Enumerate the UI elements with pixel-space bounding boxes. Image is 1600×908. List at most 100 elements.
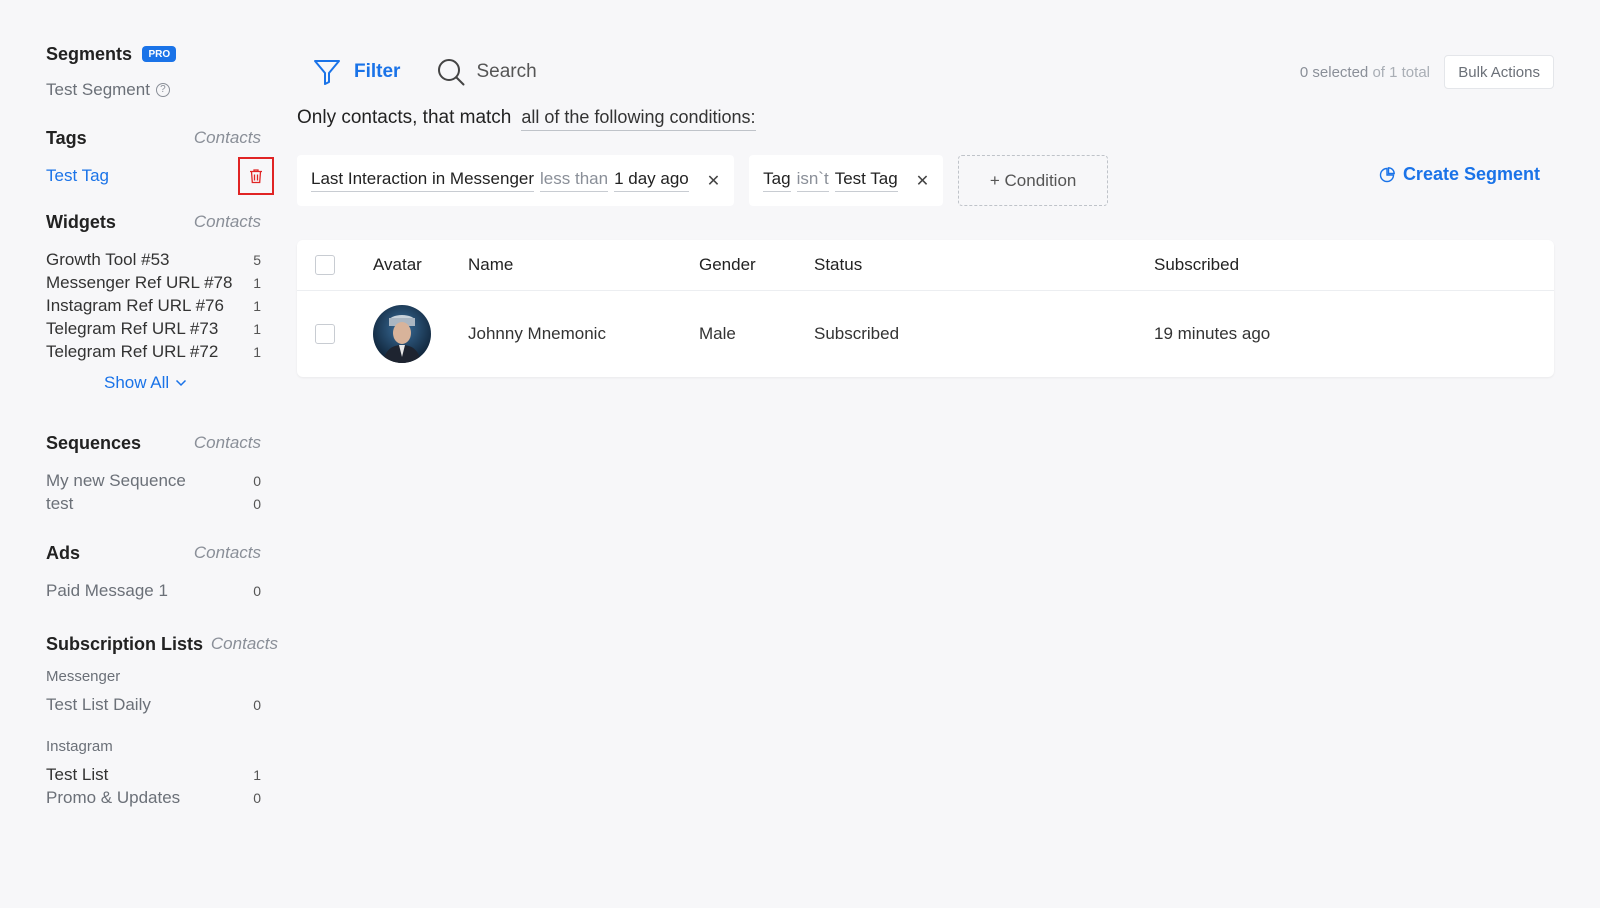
tags-contacts-label: Contacts — [193, 128, 261, 147]
widget-item-label: Messenger Ref URL #78 — [46, 272, 233, 292]
widget-item[interactable]: Telegram Ref URL #72 1 — [46, 340, 261, 363]
widgets-title: Widgets — [46, 211, 116, 232]
condition-chip[interactable]: Tag isn`t Test Tag ✕ — [749, 155, 944, 206]
subscription-list-item[interactable]: Test List Daily 0 — [46, 693, 261, 716]
match-prefix: Only contacts, that match — [297, 107, 512, 128]
toolbar: Filter Search 0 selected of 1 total Bulk… — [312, 54, 1554, 90]
header-name[interactable]: Name — [468, 255, 513, 275]
sidebar: Segments PRO Test Segment ? Tags Contact… — [46, 40, 286, 809]
sequences-header: Sequences Contacts — [46, 429, 261, 457]
widget-item[interactable]: Messenger Ref URL #78 1 — [46, 271, 261, 294]
condition-chip[interactable]: Last Interaction in Messenger less than … — [297, 155, 735, 206]
filter-button[interactable]: Filter — [312, 57, 400, 87]
row-checkbox[interactable] — [315, 324, 335, 344]
conditions-row: Last Interaction in Messenger less than … — [297, 155, 1109, 206]
chevron-down-icon — [176, 379, 187, 387]
condition-operator[interactable]: isn`t — [796, 169, 829, 192]
widget-item-label: Instagram Ref URL #76 — [46, 295, 224, 315]
help-icon[interactable]: ? — [155, 83, 170, 97]
delete-tag-button[interactable] — [238, 157, 274, 195]
create-segment-label: Create Segment — [1402, 164, 1540, 184]
sequence-item[interactable]: My new Sequence 0 — [46, 469, 261, 492]
segment-item-label: Test Segment — [46, 80, 150, 99]
condition-value[interactable]: 1 day ago — [614, 169, 689, 192]
selection-info: 0 selected of 1 total — [1300, 64, 1430, 81]
widgets-list: Growth Tool #53 5 Messenger Ref URL #78 1 … — [46, 248, 286, 363]
match-mode-select[interactable]: all of the following conditions: — [521, 107, 756, 131]
widget-item-label: Growth Tool #53 — [46, 249, 170, 269]
tag-item-link[interactable]: Test Tag — [46, 166, 109, 186]
ads-header: Ads Contacts — [46, 539, 261, 567]
sequence-item-label: My new Sequence — [46, 470, 186, 490]
condition-value[interactable]: Test Tag — [834, 169, 898, 192]
table-row[interactable]: Johnny Mnemonic Male Subscribed 19 minut… — [297, 291, 1554, 377]
ad-item-count: 0 — [253, 582, 261, 599]
widget-item-count: 1 — [253, 320, 261, 337]
bulk-actions-button[interactable]: Bulk Actions — [1444, 55, 1554, 89]
contact-name[interactable]: Johnny Mnemonic — [468, 324, 606, 344]
segment-item[interactable]: Test Segment ? — [46, 80, 286, 100]
condition-operator[interactable]: less than — [540, 169, 609, 192]
show-all-button[interactable]: Show All — [104, 373, 286, 393]
widget-item-label: Telegram Ref URL #72 — [46, 341, 219, 361]
subscription-list-item[interactable]: Test List 1 — [46, 763, 261, 786]
filter-label: Filter — [354, 61, 401, 82]
instagram-lists: Test List 1 Promo & Updates 0 — [46, 763, 286, 809]
search-label: Search — [476, 61, 537, 82]
group-label-messenger: Messenger — [46, 668, 121, 685]
subscription-lists-header: Subscription Lists Contacts — [46, 630, 278, 658]
segments-title: Segments — [46, 43, 133, 64]
total-count: of 1 total — [1372, 63, 1430, 81]
widgets-header: Widgets Contacts — [46, 208, 261, 236]
close-icon[interactable]: ✕ — [707, 171, 720, 191]
close-icon[interactable]: ✕ — [916, 171, 929, 191]
avatar[interactable] — [373, 305, 431, 363]
filter-icon — [314, 60, 340, 85]
sequences-title: Sequences — [46, 432, 142, 453]
subscription-list-label: Promo & Updates — [46, 787, 181, 807]
subscription-lists-contacts-label: Contacts — [210, 634, 278, 653]
sequence-item-count: 0 — [253, 472, 261, 489]
select-all-checkbox[interactable] — [315, 255, 335, 275]
condition-field[interactable]: Tag — [763, 169, 791, 192]
table-header: Avatar Name Gender Status Subscribed — [297, 240, 1554, 291]
search-icon — [438, 59, 465, 86]
header-avatar: Avatar — [373, 255, 422, 274]
widget-item[interactable]: Telegram Ref URL #73 1 — [46, 317, 261, 340]
ad-item[interactable]: Paid Message 1 0 — [46, 579, 261, 602]
subscription-list-count: 0 — [253, 696, 261, 713]
contact-subscribed: 19 minutes ago — [1154, 324, 1271, 343]
contact-status: Subscribed — [814, 324, 900, 343]
tags-header: Tags Contacts — [46, 124, 261, 152]
search-button[interactable]: Search — [436, 57, 537, 87]
match-line: Only contacts, that match all of the fol… — [297, 107, 756, 131]
sequence-item-label: test — [46, 493, 74, 513]
widget-item-count: 1 — [253, 343, 261, 360]
subscription-list-item[interactable]: Promo & Updates 0 — [46, 786, 261, 809]
segments-header: Segments PRO — [46, 40, 261, 68]
ads-list: Paid Message 1 0 — [46, 579, 286, 602]
contact-gender: Male — [699, 324, 736, 343]
messenger-lists: Test List Daily 0 — [46, 693, 286, 716]
sequences-contacts-label: Contacts — [193, 433, 261, 452]
sequences-list: My new Sequence 0 test 0 — [46, 469, 286, 515]
trash-icon — [250, 169, 262, 184]
tag-item: Test Tag — [46, 156, 274, 196]
subscription-lists-title: Subscription Lists — [46, 633, 204, 654]
selected-count: 0 selected — [1299, 63, 1369, 81]
add-condition-button[interactable]: + Condition — [958, 155, 1109, 206]
create-segment-button[interactable]: Create Segment — [1379, 164, 1540, 185]
widget-item[interactable]: Instagram Ref URL #76 1 — [46, 294, 261, 317]
pro-badge: PRO — [142, 45, 177, 62]
header-gender[interactable]: Gender — [699, 255, 756, 275]
sequence-item[interactable]: test 0 — [46, 492, 261, 515]
widgets-contacts-label: Contacts — [193, 212, 261, 231]
header-subscribed[interactable]: Subscribed — [1154, 255, 1239, 275]
ads-title: Ads — [46, 542, 81, 563]
condition-field[interactable]: Last Interaction in Messenger — [311, 169, 535, 192]
widget-item[interactable]: Growth Tool #53 5 — [46, 248, 261, 271]
widget-item-label: Telegram Ref URL #73 — [46, 318, 219, 338]
group-label-instagram: Instagram — [46, 738, 113, 755]
subscription-list-label: Test List Daily — [46, 694, 151, 714]
header-status[interactable]: Status — [814, 255, 862, 275]
